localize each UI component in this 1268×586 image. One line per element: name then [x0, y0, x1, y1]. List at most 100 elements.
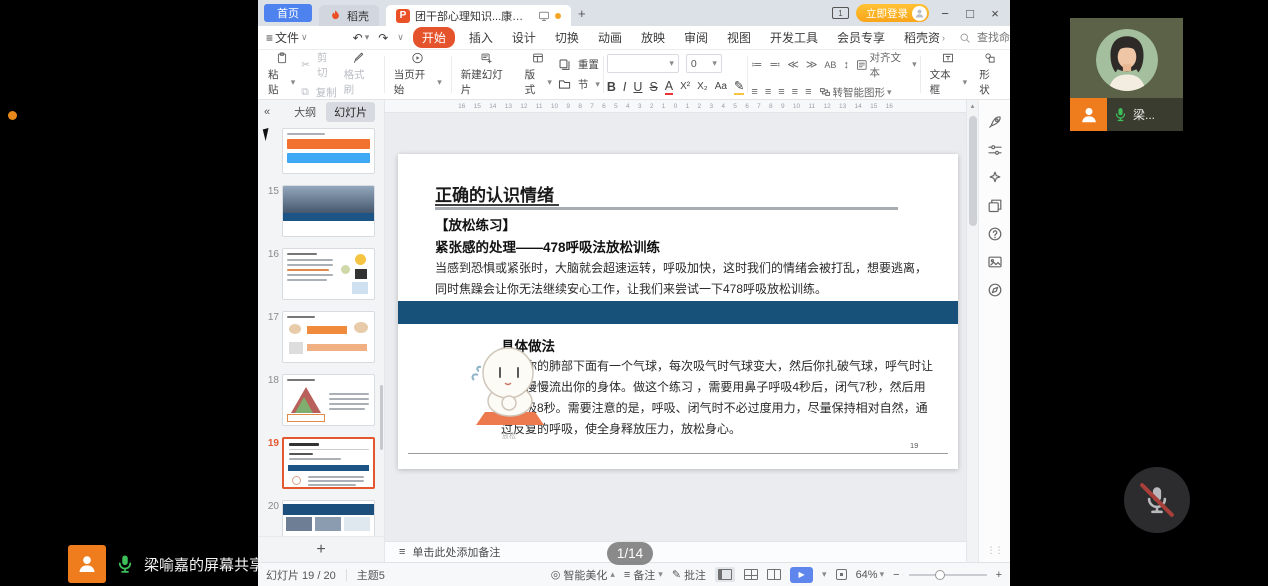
- slide-thumbnail-15[interactable]: 15: [262, 185, 384, 237]
- slides-tab[interactable]: 幻灯片: [326, 102, 375, 122]
- document-tab[interactable]: P 团干部心理知识...康教育0504: [386, 5, 571, 26]
- slide-thumbnail-18[interactable]: 18: [262, 374, 384, 426]
- text-direction-button[interactable]: AB: [824, 60, 836, 70]
- menu-tab-view[interactable]: 视图: [722, 27, 756, 48]
- layout-button[interactable]: 版式▾: [519, 52, 558, 97]
- vertical-scrollbar[interactable]: ▴: [966, 100, 978, 562]
- align-left-button[interactable]: ≡: [751, 86, 757, 98]
- redo-button[interactable]: ↷: [378, 31, 388, 45]
- image-card-icon[interactable]: [987, 254, 1003, 270]
- notes-button[interactable]: ≡ 备注 ▾: [624, 567, 663, 583]
- menu-tab-slideshow[interactable]: 放映: [636, 27, 670, 48]
- add-slide-button[interactable]: +: [258, 536, 384, 562]
- maximize-button[interactable]: □: [961, 6, 979, 21]
- slide-thumbnail-17[interactable]: 17: [262, 311, 384, 363]
- help-icon[interactable]: [987, 226, 1003, 242]
- collapse-panel-button[interactable]: «: [264, 106, 270, 118]
- menu-tab-docer-res[interactable]: 稻壳资›: [899, 27, 950, 48]
- bullet-list-button[interactable]: ≔: [751, 58, 762, 71]
- menu-tab-transition[interactable]: 切换: [550, 27, 584, 48]
- menu-tab-animation[interactable]: 动画: [593, 27, 627, 48]
- menu-tab-review[interactable]: 审阅: [679, 27, 713, 48]
- smart-graphic-button[interactable]: 转智能图形▾: [819, 85, 892, 100]
- slide-canvas[interactable]: 正确的认识情绪 【放松练习】 紧张感的处理——478呼吸法放松训练 当感到恐惧或…: [398, 154, 958, 469]
- play-options-icon[interactable]: ▾: [822, 569, 827, 580]
- menu-tab-insert[interactable]: 插入: [464, 27, 498, 48]
- font-size-select[interactable]: 0▾: [686, 54, 722, 73]
- section-button[interactable]: 节▾: [558, 77, 600, 92]
- increase-indent-button[interactable]: ≫: [806, 58, 818, 71]
- slide-thumbnail-16[interactable]: 16: [262, 248, 384, 300]
- text-box-button[interactable]: 文本框▾: [924, 52, 974, 97]
- text-effect-button[interactable]: Aa: [715, 81, 727, 92]
- effects-star-icon[interactable]: [987, 170, 1003, 186]
- scroll-up-icon[interactable]: ▴: [967, 100, 978, 110]
- menu-tab-member[interactable]: 会员专享: [832, 27, 890, 48]
- settings-sliders-icon[interactable]: [987, 142, 1003, 158]
- scrollbar-thumb[interactable]: [969, 116, 977, 226]
- zoom-in-button[interactable]: +: [996, 569, 1002, 581]
- zoom-level[interactable]: 64%▾: [856, 569, 885, 581]
- notes-placeholder[interactable]: 单击此处添加备注: [412, 544, 500, 560]
- slide-thumbnail-14[interactable]: [262, 128, 384, 174]
- font-color-button[interactable]: A: [665, 79, 673, 95]
- more-commands-icon[interactable]: ∨: [397, 32, 404, 43]
- slide-sorter-view-button[interactable]: [744, 569, 758, 580]
- decrease-indent-button[interactable]: ≪: [787, 58, 799, 71]
- device-sync-icon[interactable]: 1: [832, 7, 849, 19]
- menu-tab-design[interactable]: 设计: [507, 27, 541, 48]
- fit-to-window-icon[interactable]: [836, 569, 847, 580]
- reset-button[interactable]: 重置: [558, 57, 600, 72]
- command-search[interactable]: [959, 31, 1010, 45]
- slide-title[interactable]: 正确的认识情绪: [435, 181, 554, 206]
- slide-heading-2[interactable]: 紧张感的处理——478呼吸法放松训练: [435, 236, 660, 256]
- mute-toggle-button[interactable]: [1124, 467, 1190, 533]
- file-menu[interactable]: ≡ 文件 ∨: [266, 29, 308, 46]
- close-button[interactable]: ×: [986, 6, 1004, 21]
- zoom-slider[interactable]: [909, 574, 987, 576]
- comments-button[interactable]: ✎ 批注: [672, 567, 706, 583]
- align-right-button[interactable]: ≡: [778, 86, 784, 98]
- format-painter-button[interactable]: 格式刷: [338, 52, 381, 97]
- zoom-slider-knob[interactable]: [935, 570, 945, 580]
- copy-button[interactable]: ⧉复制: [301, 85, 337, 100]
- menu-tab-devtools[interactable]: 开发工具: [765, 27, 823, 48]
- start-from-page-button[interactable]: 当页开始▾: [388, 52, 448, 97]
- slide-thumbnail-19-selected[interactable]: 19: [262, 437, 384, 489]
- home-tab[interactable]: 首页: [264, 4, 312, 22]
- new-slide-button[interactable]: 新建幻灯片: [455, 52, 519, 97]
- normal-view-button[interactable]: [715, 567, 735, 582]
- notes-bar[interactable]: ≡ 单击此处添加备注: [385, 541, 966, 562]
- layers-icon[interactable]: [987, 198, 1003, 214]
- smart-beautify-button[interactable]: ◎ 智能美化 ▴: [551, 567, 615, 583]
- docer-tab[interactable]: 稻壳: [319, 5, 379, 26]
- theme-label[interactable]: 主题5: [357, 567, 385, 583]
- highlight-button[interactable]: ✎: [734, 78, 744, 95]
- slide-heading-1[interactable]: 【放松练习】: [435, 214, 516, 234]
- align-text-button[interactable]: 对齐文本▾: [856, 50, 917, 80]
- shapes-button[interactable]: 形状: [973, 52, 1006, 97]
- slideshow-play-button[interactable]: ▶: [790, 567, 813, 583]
- paste-button[interactable]: 粘贴▾: [262, 52, 301, 97]
- compass-icon[interactable]: [987, 282, 1003, 298]
- bold-button[interactable]: B: [607, 80, 616, 94]
- rocket-icon[interactable]: [987, 114, 1003, 130]
- distribute-button[interactable]: ≡: [805, 86, 811, 98]
- slide-thumbnail-20[interactable]: 20: [262, 500, 384, 536]
- superscript-button[interactable]: X²: [680, 81, 690, 92]
- outline-tab[interactable]: 大纲: [294, 104, 316, 120]
- justify-button[interactable]: ≡: [792, 86, 798, 98]
- minimize-button[interactable]: −: [936, 6, 954, 21]
- line-spacing-button[interactable]: ↕: [843, 59, 849, 71]
- login-button[interactable]: 立即登录: [856, 4, 929, 22]
- search-input[interactable]: [975, 31, 1010, 45]
- italic-button[interactable]: I: [623, 80, 626, 94]
- align-center-button[interactable]: ≡: [765, 86, 771, 98]
- font-family-select[interactable]: ▾: [607, 54, 679, 73]
- underline-button[interactable]: U: [633, 80, 642, 94]
- panel-drag-handle[interactable]: ⋮⋮: [987, 545, 1003, 556]
- webcam-tile[interactable]: 梁...: [1070, 18, 1183, 131]
- cut-button[interactable]: ✂剪切: [301, 50, 337, 80]
- new-tab-button[interactable]: +: [578, 6, 586, 21]
- zoom-out-button[interactable]: −: [893, 569, 899, 581]
